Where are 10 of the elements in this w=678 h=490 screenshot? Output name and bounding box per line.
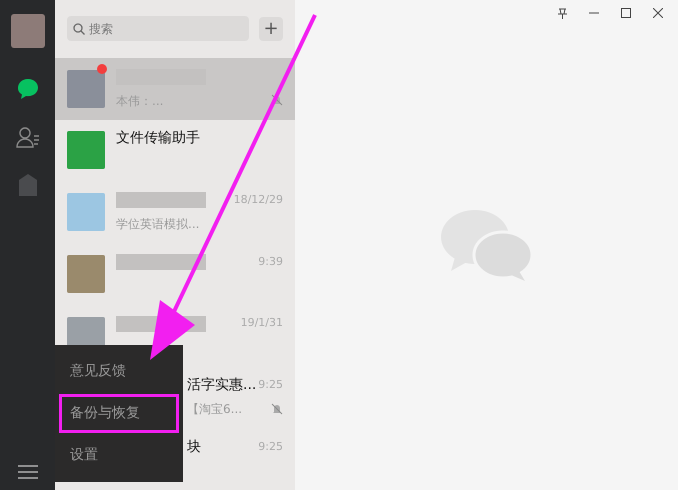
chat-preview: 学位英语模拟... bbox=[116, 216, 200, 234]
chat-name: 活字实惠... bbox=[187, 376, 256, 395]
chat-time: 18/12/29 bbox=[234, 192, 283, 208]
chat-time: 9:25 bbox=[258, 377, 283, 394]
chat-preview: 【淘宝6... bbox=[187, 401, 242, 418]
chat-name: 块 bbox=[187, 438, 201, 457]
chat-name: 文件传输助手 bbox=[116, 128, 200, 148]
chat-time: 9:25 bbox=[258, 438, 283, 455]
chat-time: 9:39 bbox=[258, 254, 283, 270]
chat-time: 19/1/31 bbox=[240, 315, 283, 332]
